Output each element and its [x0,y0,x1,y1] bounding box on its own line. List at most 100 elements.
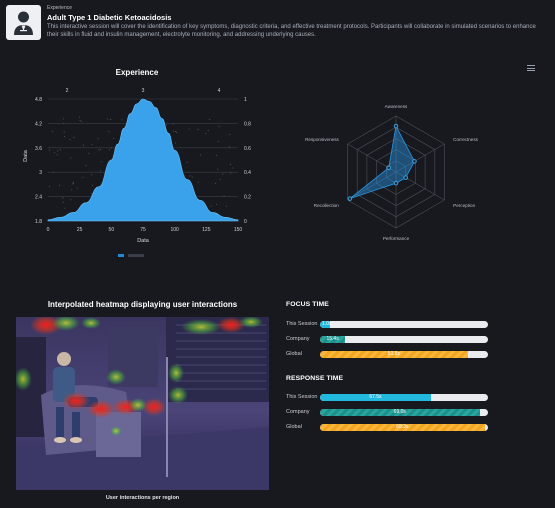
scatter-point [166,124,168,126]
density-area [47,98,239,222]
scatter-point [72,183,74,185]
x-tick-label: 150 [234,227,243,233]
scatter-point [218,126,220,128]
x-tick-label: 125 [202,227,211,233]
radar-point[interactable] [393,123,399,129]
scatter-point [99,148,101,150]
session-header: Experience Adult Type 1 Diabetic Ketoaci… [6,5,549,41]
scatter-point [219,178,221,180]
response-time-row: Global 69.3s [286,422,492,434]
top-tick-label: 4 [218,88,221,94]
scatter-point [48,149,50,151]
radar-point[interactable] [412,159,417,164]
density-chart-title: Experience [115,68,159,77]
metric-label: This Session [286,321,318,327]
scatter-point [229,163,231,165]
user-avatar-icon [6,5,41,40]
chart-legend[interactable] [118,254,144,257]
scatter-point [172,123,174,125]
metric-value: 67.5s [369,394,382,400]
scatter-point [85,165,87,167]
scatter-point [110,119,112,121]
progress-track: 51.8s [320,351,488,358]
y-left-tick-label: 4.2 [35,121,42,127]
scatter-point [52,130,54,132]
scatter-point [207,129,209,131]
scatter-point [108,131,110,133]
scatter-point [63,118,65,120]
radar-point[interactable] [386,165,391,171]
radar-axis-label: Performance [383,236,410,241]
y-left-tick-label: 1.8 [35,219,42,225]
scatter-point [175,131,177,133]
scatter-point [79,119,81,121]
metric-value: 15.4s [326,336,339,342]
metric-label: This Session [286,394,318,400]
scatter-point [98,149,100,151]
progress-track: 1.0s [320,321,488,328]
metric-value: 51.8s [387,351,401,357]
heatmap-image[interactable] [16,317,269,490]
progress-track: 67.5s [320,394,488,401]
scatter-point [62,197,64,199]
scatter-point [100,161,102,163]
scatter-point [91,143,93,145]
scatter-point [57,150,59,152]
scatter-point [197,181,199,183]
scatter-point [232,167,234,169]
scatter-point [71,183,73,185]
progress-track: 15.4s [320,336,488,343]
y-left-tick-label: 2.4 [35,195,42,201]
scatter-point [73,137,75,139]
metric-label: Company [286,336,310,342]
scatter-point [97,138,99,140]
scatter-point [71,189,73,191]
metric-label: Company [286,409,310,415]
scatter-point [59,184,61,186]
scatter-point [215,154,217,156]
scatter-point [80,121,82,123]
top-tick-label: 3 [142,88,145,94]
scatter-point [53,171,55,173]
scatter-point [222,173,224,175]
session-description: This interactive session will cover the … [47,24,536,38]
radar-point[interactable] [347,196,353,201]
breadcrumb-eyebrow: Experience [47,5,73,11]
metric-value: 69.3s [396,424,409,430]
radar-axis-label: Responsiveness [305,137,339,142]
focus-time-title: FOCUS TIME [286,301,329,308]
y-left-tick-label: 4.8 [35,97,42,103]
scatter-point [199,154,201,156]
scatter-point [188,128,190,130]
scatter-point [82,144,84,146]
x-tick-label: 75 [140,227,146,233]
focus-time-row: Global 51.8s [286,349,492,361]
page-title: Adult Type 1 Diabetic Ketoacidosis [47,13,172,22]
y-right-tick-label: 1 [244,97,247,103]
scatter-point [108,149,110,151]
scatter-point [63,135,65,137]
hamburger-menu-icon[interactable] [527,65,535,71]
metric-value: 1.0s [321,321,332,327]
scatter-point [78,116,80,118]
scatter-point [176,132,178,134]
scatter-point [63,122,65,124]
scatter-point [113,137,115,139]
scatter-point [69,138,71,140]
legend-swatch [118,254,124,257]
heatmap-caption: User interactions per region [105,495,180,501]
radar-point[interactable] [393,180,399,186]
progress-track: 69.3s [320,424,488,431]
y-right-tick-label: 0 [244,219,247,225]
response-time-row: Company 69.0s [286,407,492,419]
radar-point[interactable] [403,175,408,180]
radar-axis-label: Recollection [314,203,339,208]
radar-axis-label: Perception [453,203,475,208]
metric-value: 69.0s [393,409,406,415]
y-right-tick-label: 0.2 [244,195,251,201]
scatter-point [216,203,218,205]
y-right-tick-label: 0.6 [244,146,251,152]
scatter-point [64,207,66,209]
scatter-point [107,118,109,120]
scatter-point [215,182,217,184]
